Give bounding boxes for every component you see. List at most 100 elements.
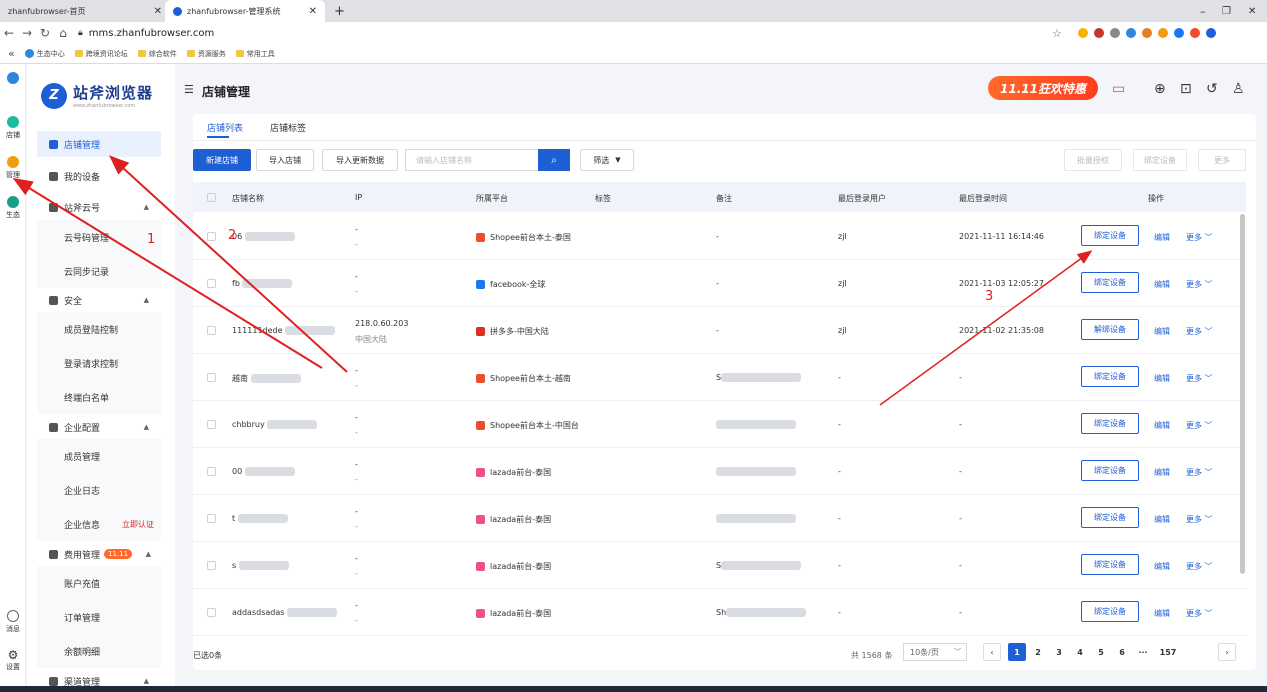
more-dropdown[interactable]: 更多 ﹀	[1186, 608, 1213, 619]
rail-item-settings[interactable]: ⚙ 设置	[0, 648, 26, 672]
sidebar-item-security[interactable]: 安全 ▲	[37, 287, 161, 313]
shop-name[interactable]: fb	[232, 279, 293, 288]
close-icon[interactable]: ✕	[154, 6, 162, 17]
bind-device-button[interactable]: 绑定设备	[1081, 366, 1139, 387]
row-checkbox[interactable]	[207, 373, 216, 382]
sidebar-subitem-member-login[interactable]: 成员登陆控制	[37, 312, 161, 346]
bind-device-button[interactable]: 绑定设备	[1081, 225, 1139, 246]
rail-item-ecosystem[interactable]: 生态	[0, 196, 26, 220]
sidebar-subitem-whitelist[interactable]: 终端白名单	[37, 380, 161, 414]
import-update-button[interactable]: 导入更新数据	[322, 149, 398, 171]
sidebar-subitem-cloud-sync[interactable]: 云同步记录	[37, 254, 161, 288]
sidebar-item-billing[interactable]: 费用管理 11.11 ▲	[37, 541, 161, 567]
edit-link[interactable]: 编辑	[1154, 232, 1170, 243]
edit-link[interactable]: 编辑	[1154, 420, 1170, 431]
back-icon[interactable]: ←	[0, 26, 18, 40]
sidebar-subitem-logs[interactable]: 企业日志	[37, 473, 161, 507]
rail-item-messages[interactable]: 消息	[0, 610, 26, 634]
home-icon[interactable]: ⌂	[54, 26, 72, 40]
edit-link[interactable]: 编辑	[1154, 561, 1170, 572]
extension-icon[interactable]	[1078, 28, 1088, 38]
extension-icon[interactable]	[1094, 28, 1104, 38]
sidebar-subitem-enterprise-info[interactable]: 企业信息 立即认证	[37, 507, 161, 541]
bookmark-folder[interactable]: 常用工具	[235, 49, 275, 59]
search-button[interactable]: ⌕	[538, 149, 570, 171]
shop-name[interactable]: chbbruy	[232, 420, 318, 429]
page-button[interactable]: 3	[1050, 643, 1068, 661]
more-dropdown[interactable]: 更多 ﹀	[1186, 373, 1213, 384]
edit-link[interactable]: 编辑	[1154, 279, 1170, 290]
search-input[interactable]: 请输入店铺名称	[405, 149, 538, 171]
sidebar-subitem-balance[interactable]: 余额明细	[37, 634, 161, 668]
tab-shop-list[interactable]: 店铺列表	[207, 121, 243, 134]
batch-bind-device-button[interactable]: 绑定设备	[1133, 149, 1187, 171]
row-checkbox[interactable]	[207, 232, 216, 241]
bind-device-button[interactable]: 绑定设备	[1081, 554, 1139, 575]
reload-icon[interactable]: ↻	[36, 26, 54, 40]
shop-name[interactable]: 00	[232, 467, 295, 476]
page-button[interactable]: 6	[1113, 643, 1131, 661]
minimize-icon[interactable]: –	[1192, 0, 1214, 22]
extension-icon[interactable]	[1174, 28, 1184, 38]
extension-icon[interactable]	[1206, 28, 1216, 38]
more-dropdown[interactable]: 更多 ﹀	[1186, 467, 1213, 478]
menu-collapse-icon[interactable]: ☰	[184, 83, 194, 96]
row-checkbox[interactable]	[207, 326, 216, 335]
edit-link[interactable]: 编辑	[1154, 373, 1170, 384]
bookmark-folder[interactable]: 跨境资讯论坛	[74, 49, 128, 59]
sidebar-subitem-cloud-number[interactable]: 云号码管理	[37, 220, 161, 254]
extension-icon[interactable]	[1158, 28, 1168, 38]
extension-icon[interactable]	[1126, 28, 1136, 38]
import-shop-button[interactable]: 导入店铺	[256, 149, 314, 171]
row-checkbox[interactable]	[207, 608, 216, 617]
bind-device-button[interactable]: 绑定设备	[1081, 460, 1139, 481]
more-dropdown[interactable]: 更多 ﹀	[1186, 279, 1213, 290]
bind-device-button[interactable]: 解绑设备	[1081, 319, 1139, 340]
bookmark-item[interactable]: 生态中心	[24, 49, 65, 59]
close-window-icon[interactable]: ✕	[1240, 0, 1264, 22]
more-dropdown[interactable]: 更多 ﹀	[1186, 514, 1213, 525]
extension-icon[interactable]	[1110, 28, 1120, 38]
bind-device-button[interactable]: 绑定设备	[1081, 413, 1139, 434]
extension-icon[interactable]	[1190, 28, 1200, 38]
rail-item-manage[interactable]: 管理	[0, 156, 26, 180]
certify-link[interactable]: 立即认证	[122, 519, 154, 530]
new-shop-button[interactable]: 新建店铺	[193, 149, 251, 171]
bind-device-button[interactable]: 绑定设备	[1081, 272, 1139, 293]
more-dropdown[interactable]: 更多 ﹀	[1186, 326, 1213, 337]
row-checkbox[interactable]	[207, 279, 216, 288]
sidebar-item-cloud-account[interactable]: 站斧云号 ▲	[37, 194, 161, 220]
shop-name[interactable]: 111111dede	[232, 326, 336, 335]
maximize-icon[interactable]: ❐	[1214, 0, 1239, 22]
shop-name[interactable]: addasdsadas	[232, 608, 337, 617]
bind-device-button[interactable]: 绑定设备	[1081, 601, 1139, 622]
star-icon[interactable]: ☆	[1052, 27, 1062, 40]
sidebar-item-shop-management[interactable]: 店铺管理	[37, 131, 161, 157]
more-dropdown[interactable]: 更多 ﹀	[1186, 561, 1213, 572]
browser-tab-admin[interactable]: zhanfubrowser-管理系统 ✕	[165, 0, 325, 22]
bag-icon[interactable]: ⊡	[1180, 81, 1192, 97]
browser-tab-home[interactable]: zhanfubrowser-首页 ✕	[0, 0, 170, 22]
extension-icon[interactable]	[1142, 28, 1152, 38]
page-size-select[interactable]: 10条/页 ﹀	[903, 643, 967, 661]
row-checkbox[interactable]	[207, 514, 216, 523]
edit-link[interactable]: 编辑	[1154, 608, 1170, 619]
close-icon[interactable]: ✕	[309, 6, 317, 17]
shop-name[interactable]: t	[232, 514, 288, 523]
row-checkbox[interactable]	[207, 467, 216, 476]
ticket-icon[interactable]: ▭	[1112, 81, 1125, 97]
sidebar-item-my-devices[interactable]: 我的设备	[37, 163, 161, 189]
table-scrollbar[interactable]	[1240, 214, 1245, 574]
prev-page-button[interactable]: ‹	[983, 643, 1001, 661]
sidebar-item-enterprise-config[interactable]: 企业配置 ▲	[37, 414, 161, 440]
new-tab-button[interactable]: +	[326, 0, 353, 22]
select-all-checkbox[interactable]	[207, 193, 216, 202]
edit-link[interactable]: 编辑	[1154, 514, 1170, 525]
edit-link[interactable]: 编辑	[1154, 326, 1170, 337]
batch-authorize-button[interactable]: 批量授权	[1064, 149, 1122, 171]
more-dropdown[interactable]: 更多 ﹀	[1186, 232, 1213, 243]
url-field[interactable]: mms.zhanfubrowser.com	[89, 28, 214, 39]
batch-more-button[interactable]: 更多	[1198, 149, 1246, 171]
sidebar-subitem-orders[interactable]: 订单管理	[37, 600, 161, 634]
page-button[interactable]: 1	[1008, 643, 1026, 661]
